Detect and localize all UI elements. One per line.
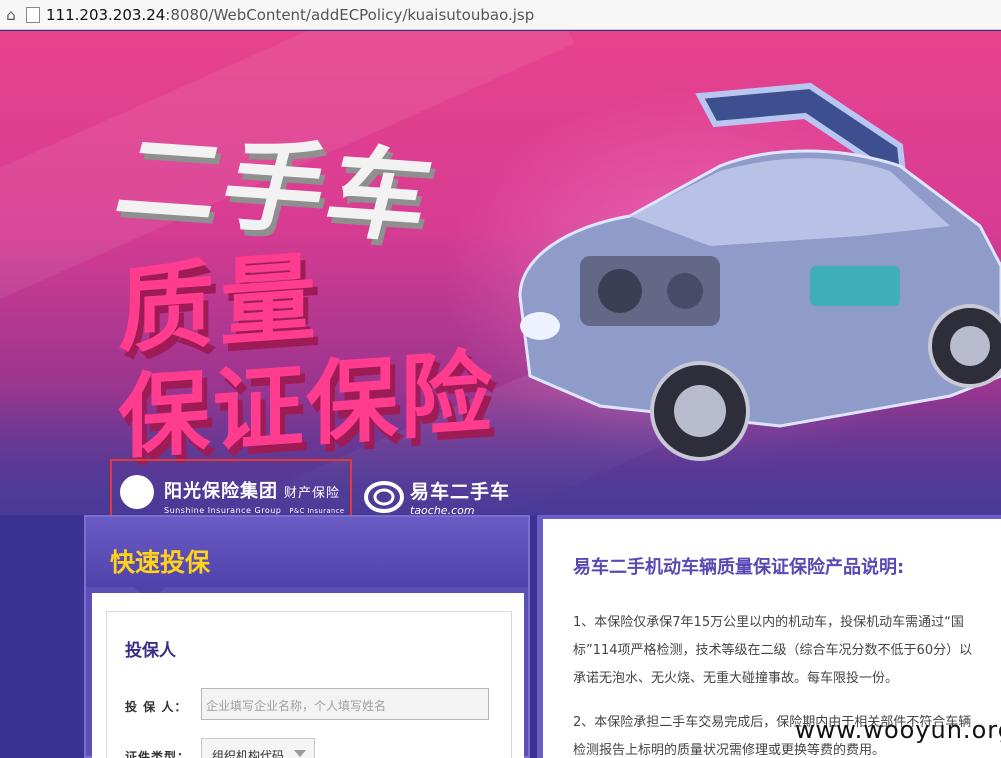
home-icon[interactable]: ⌂	[0, 0, 22, 30]
id-type-label: 证件类型：	[125, 750, 191, 758]
headline-warranty-insurance: 保证保险	[118, 338, 495, 473]
watermark: www.wooyun.org	[795, 716, 1001, 744]
sunshine-sub-cn: 财产保险	[284, 485, 341, 501]
taoche-swirl-icon	[364, 481, 404, 513]
info-para-1-line-3: 承诺无泡水、无火烧、无重大碰撞事故。每车限投一份。	[573, 671, 899, 686]
section-title: 投保人	[125, 641, 176, 661]
address-bar: ⌂ 111.203.203.24:8080/WebContent/addECPo…	[0, 0, 1001, 30]
taoche-logo: 易车二手车 taoche.com	[364, 477, 510, 515]
taoche-name-en: taoche.com	[410, 504, 475, 515]
info-para-1-line-2: 标”114项严格检测，技术等级在二级（综合车况分数不低于60分）以	[573, 643, 973, 658]
info-title: 易车二手机动车辆质量保证保险产品说明:	[573, 557, 905, 578]
chevron-down-icon	[294, 750, 306, 757]
applicant-input[interactable]: 企业填写企业名称，个人填写姓名	[201, 688, 489, 720]
id-type-value: 组织机构代码	[212, 749, 285, 758]
form-title: 快速投保	[110, 548, 211, 577]
sunshine-insurance-logo: 阳光保险集团 财产保险 Sunshine Insurance Group P&C I…	[110, 459, 352, 515]
form-header: 快速投保	[86, 517, 528, 587]
quick-insure-panel: 快速投保 投保人 投 保 人： 企业填写企业名称，个人填写姓名 证件类型： 组织…	[84, 515, 530, 758]
sun-disc-icon	[120, 474, 154, 509]
sunshine-name-cn: 阳光保险集团	[164, 480, 278, 502]
applicant-label: 投 保 人：	[125, 700, 188, 714]
url-path: :8080/WebContent/addECPolicy/kuaisutouba…	[165, 5, 535, 24]
url-host: 111.203.203.24	[46, 5, 166, 24]
sunshine-sub-en: P&C Insurance	[289, 506, 345, 515]
applicant-section: 投保人 投 保 人： 企业填写企业名称，个人填写姓名 证件类型： 组织机构代码	[106, 611, 512, 758]
id-type-select[interactable]: 组织机构代码	[201, 738, 315, 758]
hero-banner: 二手车 质量 保证保险 阳光保险集团 财产保险 Sunshine Insuranc…	[0, 31, 1001, 515]
taoche-name-cn: 易车二手车	[410, 481, 511, 503]
url-field[interactable]: 111.203.203.24:8080/WebContent/addECPoli…	[26, 4, 534, 26]
car-shield-illustration	[518, 82, 1001, 461]
info-para-1-line-1: 1、本保险仅承保7年15万公里以内的机动车，投保机动车需通过“国	[573, 615, 964, 630]
sunshine-name-en: Sunshine Insurance Group	[164, 505, 282, 515]
page-icon	[26, 6, 40, 23]
form-body: 投保人 投 保 人： 企业填写企业名称，个人填写姓名 证件类型： 组织机构代码	[92, 593, 524, 758]
